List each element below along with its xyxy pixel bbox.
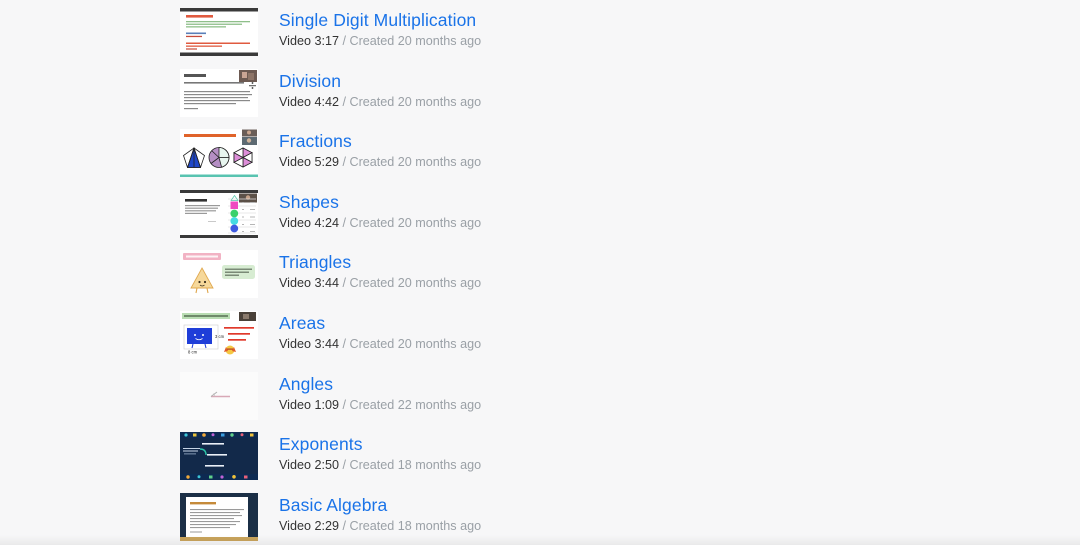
video-text-block: Basic Algebra Video 2:29 / Created 18 mon… [279, 493, 481, 535]
svg-text:8 cm: 8 cm [188, 349, 198, 354]
video-list-item[interactable]: Exponents Video 2:50 / Created 18 months … [180, 424, 800, 485]
video-title-link[interactable]: Basic Algebra [279, 495, 481, 516]
video-duration: Video 4:42 [279, 94, 339, 109]
video-created-date: / Created 20 months ago [342, 215, 482, 230]
video-title-link[interactable]: Single Digit Multiplication [279, 10, 481, 31]
video-created-date: / Created 20 months ago [342, 276, 482, 291]
video-thumbnail[interactable] [180, 250, 258, 299]
video-meta: Video 4:42 / Created 20 months ago [279, 94, 481, 111]
video-list-item[interactable]: Division Video 4:42 / Created 20 months a… [180, 61, 800, 122]
video-meta: Video 3:44 / Created 20 months ago [279, 275, 481, 292]
video-text-block: Shapes Video 4:24 / Created 20 months ago [279, 190, 481, 232]
video-title-link[interactable]: Shapes [279, 192, 481, 213]
video-duration: Video 3:17 [279, 34, 339, 48]
video-title-link[interactable]: Areas [279, 313, 481, 334]
video-created-date: / Created 20 months ago [342, 94, 482, 109]
video-meta: Video 4:24 / Created 20 months ago [279, 215, 481, 232]
video-created-date: / Created 22 months ago [342, 397, 482, 412]
video-created-date: / Created 18 months ago [342, 458, 482, 473]
video-duration: Video 5:29 [279, 155, 339, 170]
video-text-block: Triangles Video 3:44 / Created 20 months … [279, 250, 481, 292]
video-meta: Video 3:17 / Created 20 months ago [279, 33, 481, 50]
svg-text:3 cm: 3 cm [215, 334, 225, 339]
video-list: Single Digit Multiplication Video 3:17 / … [180, 0, 800, 545]
video-created-date: / Created 20 months ago [342, 336, 482, 351]
video-meta: Video 1:09 / Created 22 months ago [279, 397, 481, 414]
video-text-block: Exponents Video 2:50 / Created 18 months … [279, 432, 481, 474]
video-thumbnail[interactable] [180, 129, 258, 178]
video-duration: Video 3:44 [279, 336, 339, 351]
video-thumbnail[interactable]: 8 cm 3 cm [180, 310, 258, 359]
video-thumbnail[interactable] [180, 68, 258, 117]
video-text-block: Division Video 4:42 / Created 20 months a… [279, 69, 481, 111]
video-list-item[interactable]: Basic Algebra Video 2:29 / Created 18 mon… [180, 485, 800, 545]
video-duration: Video 1:09 [279, 397, 339, 412]
video-title-link[interactable]: Fractions [279, 131, 481, 152]
video-text-block: Fractions Video 5:29 / Created 20 months … [279, 129, 481, 171]
video-title-link[interactable]: Division [279, 71, 481, 92]
video-title-link[interactable]: Exponents [279, 434, 481, 455]
video-list-item[interactable]: Shapes Video 4:24 / Created 20 months ago [180, 182, 800, 243]
video-text-block: Angles Video 1:09 / Created 22 months ago [279, 372, 481, 414]
video-duration: Video 3:44 [279, 276, 339, 291]
video-meta: Video 2:50 / Created 18 months ago [279, 457, 481, 474]
video-duration: Video 2:50 [279, 458, 339, 473]
video-created-date: / Created 18 months ago [342, 518, 482, 533]
video-title-link[interactable]: Angles [279, 374, 481, 395]
video-text-block: Areas Video 3:44 / Created 20 months ago [279, 311, 481, 353]
video-meta: Video 2:29 / Created 18 months ago [279, 518, 481, 535]
video-thumbnail[interactable] [180, 432, 258, 481]
video-title-link[interactable]: Triangles [279, 252, 481, 273]
video-thumbnail[interactable] [180, 189, 258, 238]
video-meta: Video 3:44 / Created 20 months ago [279, 336, 481, 353]
video-list-item[interactable]: 8 cm 3 cm Areas Video 3:44 / Created 20 m… [180, 303, 800, 364]
video-thumbnail[interactable] [180, 8, 258, 56]
video-meta: Video 5:29 / Created 20 months ago [279, 154, 481, 171]
video-thumbnail[interactable] [180, 371, 258, 420]
video-duration: Video 2:29 [279, 518, 339, 533]
video-created-date: / Created 20 months ago [342, 155, 482, 170]
video-list-item[interactable]: Fractions Video 5:29 / Created 20 months … [180, 121, 800, 182]
video-thumbnail[interactable] [180, 492, 258, 541]
video-list-item[interactable]: Angles Video 1:09 / Created 22 months ago [180, 364, 800, 425]
video-text-block: Single Digit Multiplication Video 3:17 / … [279, 8, 481, 50]
video-list-item[interactable]: Triangles Video 3:44 / Created 20 months … [180, 242, 800, 303]
video-duration: Video 4:24 [279, 215, 339, 230]
video-list-item[interactable]: Single Digit Multiplication Video 3:17 / … [180, 0, 800, 61]
video-created-date: / Created 20 months ago [342, 34, 482, 48]
